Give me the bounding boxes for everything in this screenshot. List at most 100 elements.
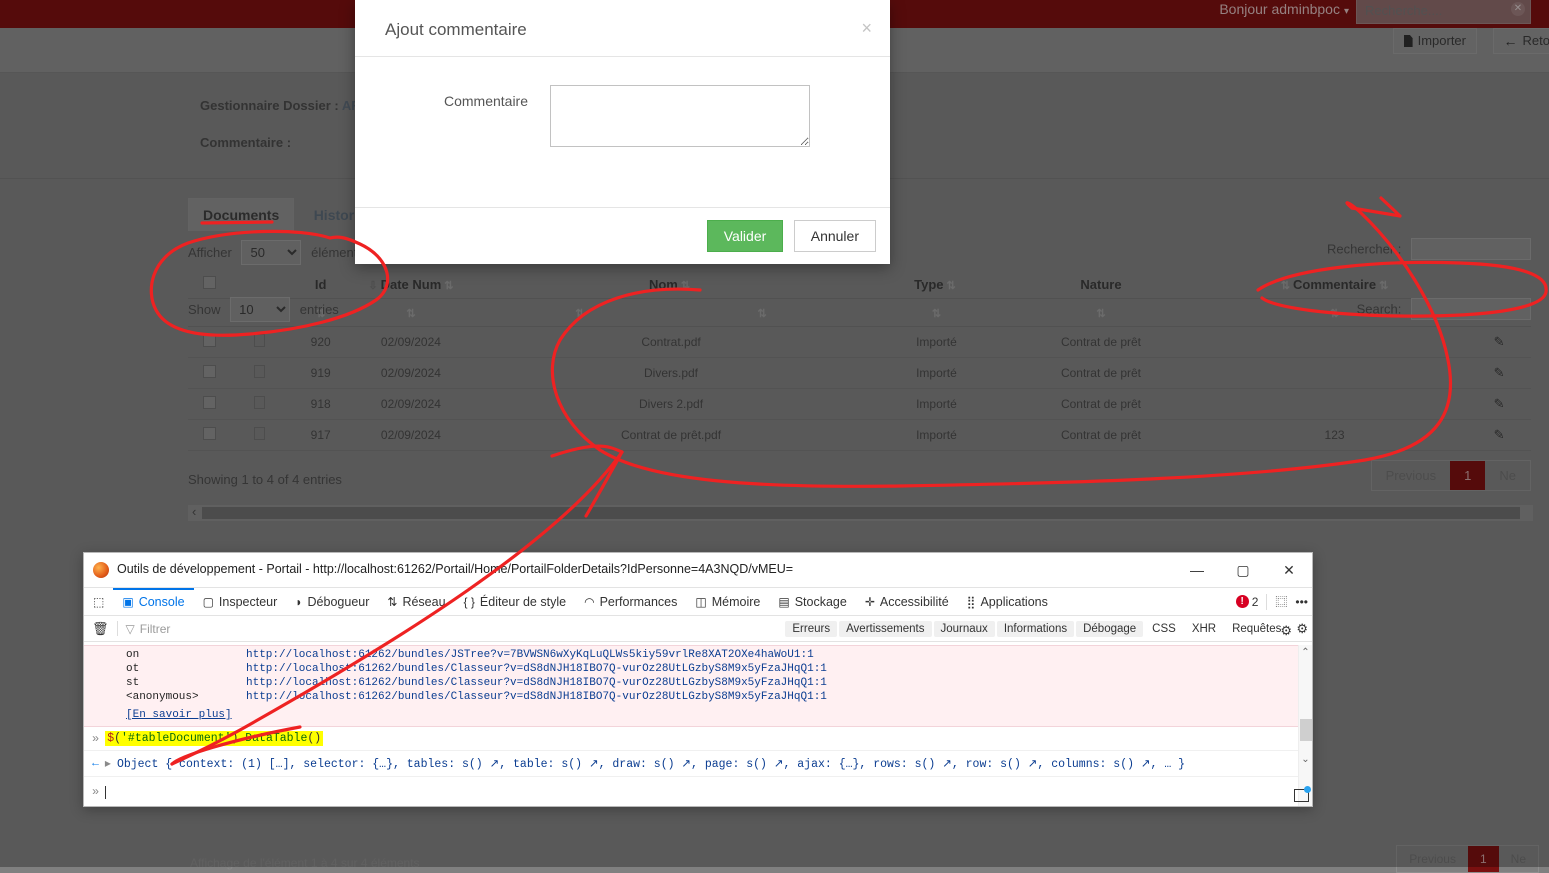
minimize-button[interactable]: — [1174, 553, 1220, 588]
stack-trace-list: on http://localhost:61262/bundles/JSTree?… [84, 648, 1312, 704]
console-filter[interactable]: ▽ Filtrer [126, 622, 171, 636]
modal-header: Ajout commentaire × [355, 0, 890, 57]
responsive-mode-icon[interactable]: ⿴ [1275, 593, 1287, 610]
devtools-tab-d-bogueur[interactable]: ◗ Débogueur [286, 588, 378, 615]
devtools-tab-performances[interactable]: ◠ Performances [575, 588, 686, 615]
devtools-tab-label: Inspecteur [218, 594, 278, 609]
more-options-icon[interactable]: ••• [1295, 595, 1308, 609]
stack-source-url[interactable]: http://localhost:61262/bundles/JSTree?v=… [246, 648, 814, 662]
filter-icon: ▽ [125, 621, 135, 636]
console-error-group: on http://localhost:61262/bundles/JSTree?… [84, 645, 1312, 727]
console-result-row: ← ▸ Object { context: (1) […], selector:… [84, 751, 1312, 777]
firefox-logo-icon [93, 562, 109, 578]
stack-function-name: on [126, 649, 140, 661]
comment-textarea[interactable] [550, 85, 810, 147]
devtools-tabbar: ⬚ ▣ Console ▢ Inspecteur ◗ Débogueur ⇅ Réseau { … [84, 588, 1312, 616]
stack-function-name: st [126, 677, 140, 689]
console-input-row[interactable]: » [84, 777, 1312, 806]
devtools-tab-inspecteur[interactable]: ▢ Inspecteur [194, 588, 287, 615]
stack-trace-row: on http://localhost:61262/bundles/JSTree?… [84, 648, 1312, 662]
error-count-badge[interactable]: ! 2 [1235, 594, 1259, 609]
close-icon[interactable]: × [861, 18, 872, 39]
devtools-window-title: Outils de développement - Portail - http… [117, 562, 794, 576]
devtools-tab-label: Console [138, 594, 185, 609]
stack-source-url[interactable]: http://localhost:61262/bundles/Classeur?… [246, 662, 827, 676]
clear-console-icon[interactable]: 🗑 [92, 621, 109, 637]
scroll-up-icon[interactable]: ⌃ [1299, 647, 1312, 659]
picker-icon: ⬚ [93, 594, 105, 609]
error-icon: ! [1235, 595, 1249, 608]
stack-source-url[interactable]: http://localhost:61262/bundles/Classeur?… [246, 690, 827, 704]
devtools-tab-m-moire[interactable]: ◫ Mémoire [686, 588, 769, 615]
stack-trace-row: <anonymous> http://localhost:61262/bundle… [84, 690, 1312, 704]
modal-title: Ajout commentaire [385, 20, 527, 39]
devtools-tab-label: Stockage [794, 594, 847, 609]
console-settings-gear-icon[interactable]: ⚙ [1280, 623, 1292, 639]
close-window-button[interactable]: ✕ [1266, 553, 1312, 588]
stack-trace-row: st http://localhost:61262/bundles/Classeu… [84, 676, 1312, 690]
devtools-tab-label: Réseau [402, 594, 446, 609]
tab-glyph-icon: ⣿ [966, 594, 976, 609]
devtools-tab-r-seau[interactable]: ⇅ Réseau [378, 588, 454, 615]
console-filter-informations[interactable]: Informations [996, 621, 1075, 637]
learn-more-link[interactable]: [En savoir plus] [84, 709, 232, 721]
console-filter-placeholder: Filtrer [139, 621, 171, 636]
stack-trace-row: ot http://localhost:61262/bundles/Classeu… [84, 662, 1312, 676]
console-filter-d-bogage[interactable]: Débogage [1076, 621, 1144, 637]
devtools-tab-label: Débogueur [307, 594, 370, 609]
split-console-icon[interactable] [1294, 786, 1311, 802]
console-result-text[interactable]: Object { context: (1) […], selector: {…}… [117, 756, 1185, 771]
console-filter-requ-tes[interactable]: Requêtes [1225, 621, 1288, 637]
element-picker-button[interactable]: ⬚ [84, 588, 113, 615]
tab-glyph-icon: ◠ [584, 594, 595, 609]
devtools-tab-applications[interactable]: ⣿ Applications [958, 588, 1057, 615]
add-comment-modal: Ajout commentaire × Commentaire Valider … [355, 0, 890, 264]
console-filter-journaux[interactable]: Journaux [933, 621, 995, 637]
console-filter-css[interactable]: CSS [1145, 621, 1183, 637]
toolbar-divider [116, 621, 118, 636]
devtools-tab-label: Performances [599, 594, 678, 609]
validate-button[interactable]: Valider [706, 220, 784, 252]
tab-glyph-icon: ▣ [122, 594, 134, 609]
console-scrollbar-thumb[interactable] [1300, 719, 1312, 741]
tab-glyph-icon: ◫ [695, 594, 707, 609]
tab-glyph-icon: { } [463, 594, 475, 609]
console-filter-xhr[interactable]: XHR [1185, 621, 1223, 637]
modal-body: Commentaire [355, 57, 890, 207]
devtools-tab-stockage[interactable]: ▤ Stockage [769, 588, 855, 615]
tab-glyph-icon: ▢ [202, 594, 214, 609]
stack-function-name: <anonymous> [126, 691, 199, 703]
prompt-icon: » [92, 785, 100, 799]
devtools-titlebar: Outils de développement - Portail - http… [84, 553, 1312, 588]
console-vertical-scrollbar[interactable]: ⌃ ⌄ [1298, 645, 1312, 806]
modal-footer: Valider Annuler [355, 207, 890, 264]
window-controls: — ▢ ✕ [1174, 553, 1312, 588]
maximize-button[interactable]: ▢ [1220, 553, 1266, 588]
prompt-icon: » [92, 731, 100, 746]
result-arrow-icon: ← [92, 757, 99, 770]
toolbar-divider [1266, 593, 1268, 610]
console-output: on http://localhost:61262/bundles/JSTree?… [84, 645, 1312, 806]
tab-glyph-icon: ⇅ [387, 594, 398, 609]
devtools-tab-label: Éditeur de style [479, 594, 567, 609]
console-command-text[interactable]: $('#tableDocument').DataTable() [105, 731, 324, 746]
tab-glyph-icon: ▤ [778, 594, 790, 609]
tab-glyph-icon: ✛ [864, 594, 875, 609]
console-command-row: » $('#tableDocument').DataTable() [84, 727, 1312, 751]
devtools-tab-accessibilit-[interactable]: ✛ Accessibilité [856, 588, 958, 615]
devtools-tab-console[interactable]: ▣ Console [113, 588, 193, 615]
console-settings-icon[interactable]: ⚙ [1296, 621, 1308, 637]
expand-result-icon[interactable]: ▸ [105, 756, 111, 771]
console-filter-avertissements[interactable]: Avertissements [839, 621, 932, 637]
console-toolbar: 🗑 ▽ Filtrer Erreurs Avertissements Journau… [84, 616, 1312, 642]
scroll-down-icon[interactable]: ⌄ [1299, 754, 1312, 766]
cancel-button[interactable]: Annuler [793, 220, 876, 252]
stack-function-name: ot [126, 663, 140, 675]
text-cursor [105, 785, 107, 799]
devtools-window: Outils de développement - Portail - http… [83, 552, 1313, 807]
devtools-tab--diteur-de-style[interactable]: { } Éditeur de style [455, 588, 576, 615]
error-count-label: 2 [1251, 594, 1259, 609]
console-filter-erreurs[interactable]: Erreurs [785, 621, 838, 637]
console-filter-buttons: Erreurs Avertissements Journaux Information… [785, 616, 1308, 642]
stack-source-url[interactable]: http://localhost:61262/bundles/Classeur?… [246, 676, 827, 690]
